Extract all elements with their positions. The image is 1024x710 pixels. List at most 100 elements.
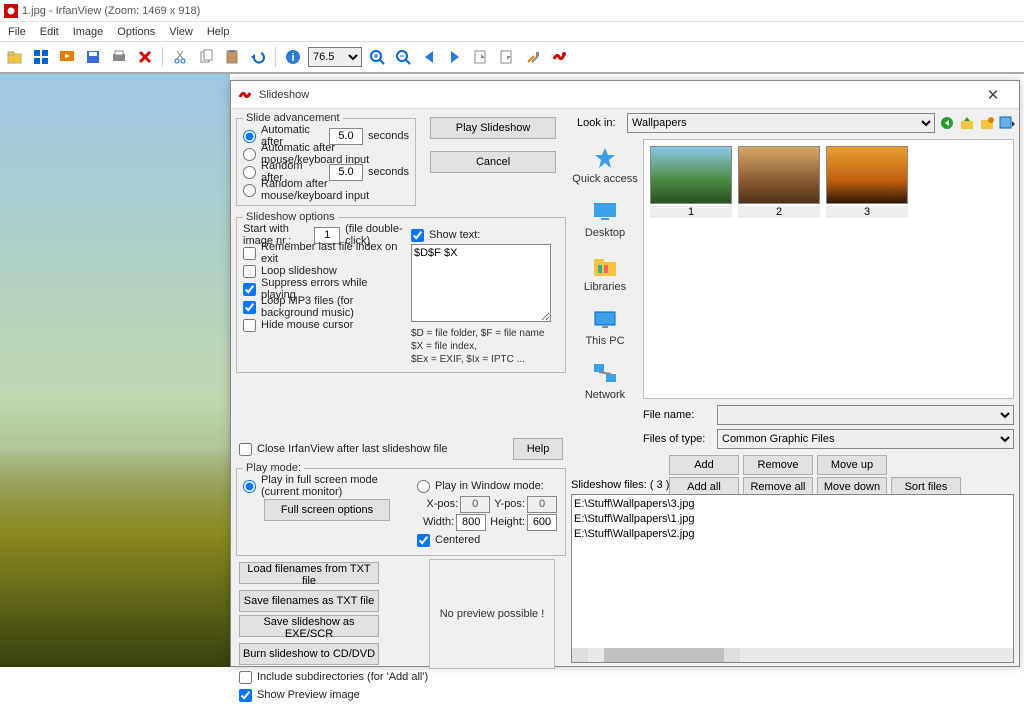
help-button[interactable]: Help — [513, 438, 563, 460]
thumb-item[interactable]: 2 — [738, 146, 820, 218]
place-quick-access[interactable]: Quick access — [571, 145, 639, 185]
load-txt-button[interactable]: Load filenames from TXT file — [239, 562, 379, 584]
menu-edit[interactable]: Edit — [34, 24, 65, 40]
save-txt-button[interactable]: Save filenames as TXT file — [239, 590, 379, 612]
chk-loop-mp3[interactable] — [243, 301, 256, 314]
slideshow-dialog: Slideshow ✕ Slide advancement Automatic … — [230, 80, 1020, 667]
remove-button[interactable]: Remove — [743, 455, 813, 475]
back-icon[interactable] — [939, 115, 955, 131]
window-title-bar: 1.jpg - IrfanView (Zoom: 1469 x 918) — [0, 0, 1024, 22]
info-icon[interactable]: i — [282, 46, 304, 68]
slideshow-icon[interactable] — [56, 46, 78, 68]
save-exe-button[interactable]: Save slideshow as EXE/SCR — [239, 615, 379, 637]
dialog-icon — [237, 87, 253, 103]
thumbnails-icon[interactable] — [30, 46, 52, 68]
view-menu-icon[interactable] — [999, 115, 1015, 131]
list-item[interactable]: E:\Stuff\Wallpapers\2.jpg — [574, 527, 1011, 542]
text-legend: $D = file folder, $F = file name $X = fi… — [411, 327, 559, 366]
chk-close-after[interactable] — [239, 443, 252, 456]
add-button[interactable]: Add — [669, 455, 739, 475]
main-toolbar: i 76.5 — [0, 42, 1024, 74]
cut-icon[interactable] — [169, 46, 191, 68]
lookin-combo[interactable]: Wallpapers — [627, 113, 935, 133]
menu-bar: File Edit Image Options View Help — [0, 22, 1024, 42]
filename-combo[interactable] — [717, 405, 1014, 425]
filetype-combo[interactable]: Common Graphic Files — [717, 429, 1014, 449]
chk-centered[interactable] — [417, 534, 430, 547]
slideshow-options-group: Slideshow options Start with image nr.: … — [236, 211, 566, 373]
chk-remember[interactable] — [243, 247, 256, 260]
open-icon[interactable] — [4, 46, 26, 68]
xpos-input[interactable] — [460, 496, 490, 513]
zoom-out-icon[interactable] — [392, 46, 414, 68]
play-mode-group: Play mode: Play in full screen mode (cur… — [236, 462, 566, 556]
radio-random-after[interactable] — [243, 166, 256, 179]
prev-icon[interactable] — [418, 46, 440, 68]
print-icon[interactable] — [108, 46, 130, 68]
next-icon[interactable] — [444, 46, 466, 68]
slideshow-files-list[interactable]: E:\Stuff\Wallpapers\3.jpg E:\Stuff\Wallp… — [571, 494, 1014, 663]
menu-help[interactable]: Help — [201, 24, 236, 40]
app-icon — [4, 4, 18, 18]
chk-suppress[interactable] — [243, 283, 256, 296]
menu-image[interactable]: Image — [67, 24, 110, 40]
svg-text:i: i — [291, 52, 294, 64]
fullscreen-options-button[interactable]: Full screen options — [264, 499, 390, 521]
show-text-input[interactable]: $D$F $X — [411, 244, 551, 322]
delete-icon[interactable] — [134, 46, 156, 68]
radio-auto-after[interactable] — [243, 130, 256, 143]
radio-random-mk[interactable] — [243, 184, 256, 197]
irfan-icon[interactable] — [548, 46, 570, 68]
chk-include-sub[interactable] — [239, 671, 252, 684]
window-title: 1.jpg - IrfanView (Zoom: 1469 x 918) — [22, 5, 200, 17]
list-item[interactable]: E:\Stuff\Wallpapers\1.jpg — [574, 512, 1011, 527]
lookin-label: Look in: — [577, 117, 623, 129]
save-icon[interactable] — [82, 46, 104, 68]
undo-icon[interactable] — [247, 46, 269, 68]
chk-hide-cursor[interactable] — [243, 319, 256, 332]
copy-icon[interactable] — [195, 46, 217, 68]
slideshow-files-label: Slideshow files: ( 3 ) — [571, 479, 669, 491]
up-folder-icon[interactable] — [959, 115, 975, 131]
thumb-item[interactable]: 1 — [650, 146, 732, 218]
place-desktop[interactable]: Desktop — [571, 199, 639, 239]
menu-options[interactable]: Options — [111, 24, 161, 40]
menu-file[interactable]: File — [2, 24, 32, 40]
burn-cd-button[interactable]: Burn slideshow to CD/DVD — [239, 643, 379, 665]
moveup-button[interactable]: Move up — [817, 455, 887, 475]
paste-icon[interactable] — [221, 46, 243, 68]
settings-icon[interactable] — [522, 46, 544, 68]
cancel-button[interactable]: Cancel — [430, 151, 556, 173]
play-slideshow-button[interactable]: Play Slideshow — [430, 117, 556, 139]
height-input[interactable] — [527, 514, 557, 531]
file-browser-area[interactable]: 1 2 3 — [643, 139, 1014, 399]
chk-loop[interactable] — [243, 265, 256, 278]
filetype-label: Files of type: — [643, 433, 713, 445]
thumb-item[interactable]: 3 — [826, 146, 908, 218]
ypos-input[interactable] — [527, 496, 557, 513]
place-network[interactable]: Network — [571, 361, 639, 401]
dialog-title-bar[interactable]: Slideshow ✕ — [231, 81, 1019, 109]
zoom-combo[interactable]: 76.5 — [308, 47, 362, 67]
copy-to-icon[interactable] — [470, 46, 492, 68]
places-bar: Quick access Desktop Libraries This PC N… — [571, 139, 639, 415]
preview-box: No preview possible ! — [429, 559, 555, 669]
chk-show-preview[interactable] — [239, 689, 252, 702]
place-this-pc[interactable]: This PC — [571, 307, 639, 347]
new-folder-icon[interactable] — [979, 115, 995, 131]
dialog-title: Slideshow — [259, 89, 309, 101]
horizontal-scrollbar[interactable] — [572, 648, 1013, 662]
zoom-in-icon[interactable] — [366, 46, 388, 68]
radio-fullscreen[interactable] — [243, 480, 256, 493]
list-item[interactable]: E:\Stuff\Wallpapers\3.jpg — [574, 497, 1011, 512]
filename-label: File name: — [643, 409, 713, 421]
close-icon[interactable]: ✕ — [973, 86, 1013, 104]
move-to-icon[interactable] — [496, 46, 518, 68]
radio-window-mode[interactable] — [417, 480, 430, 493]
radio-auto-mk[interactable] — [243, 148, 256, 161]
width-input[interactable] — [456, 514, 486, 531]
place-libraries[interactable]: Libraries — [571, 253, 639, 293]
chk-show-text[interactable] — [411, 229, 424, 242]
slide-advancement-group: Slide advancement Automatic after second… — [236, 112, 416, 206]
menu-view[interactable]: View — [163, 24, 199, 40]
